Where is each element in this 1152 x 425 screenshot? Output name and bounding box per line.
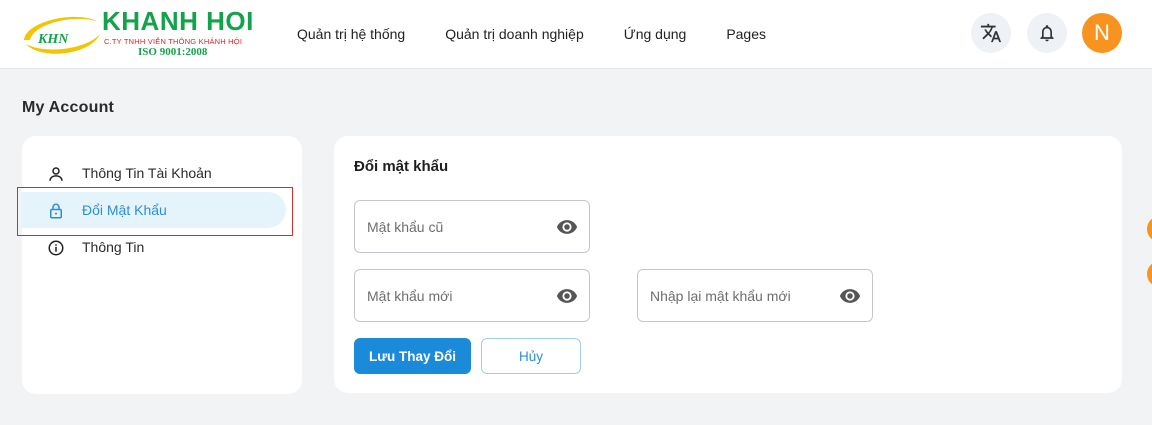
lock-icon bbox=[50, 203, 62, 219]
account-sidebar: Thông Tin Tài Khoản Đổi Mật Khẩu Thông T… bbox=[22, 136, 302, 394]
translate-icon bbox=[980, 23, 1002, 43]
user-avatar[interactable]: N bbox=[1082, 13, 1122, 53]
sidebar-item-change-password[interactable]: Đổi Mật Khẩu bbox=[22, 192, 286, 228]
new-password-field bbox=[354, 269, 590, 322]
logo-swoosh-icon: KHN bbox=[24, 16, 100, 54]
new-password-input[interactable] bbox=[367, 270, 547, 321]
eye-icon[interactable] bbox=[555, 216, 579, 238]
confirm-password-input[interactable] bbox=[650, 270, 830, 321]
nav-item-system-admin[interactable]: Quản trị hệ thống bbox=[297, 26, 405, 42]
company-logo[interactable]: KHN KHANH HOI C.TY TNHH VIỄN THÔNG KHÁNH… bbox=[20, 6, 265, 62]
language-button[interactable] bbox=[971, 13, 1011, 53]
old-password-field bbox=[354, 200, 590, 253]
page-title: My Account bbox=[22, 99, 115, 116]
card-title: Đổi mật khẩu bbox=[354, 158, 449, 175]
logo-iso: ISO 9001:2008 bbox=[138, 46, 208, 58]
sidebar-item-account-info[interactable]: Thông Tin Tài Khoản bbox=[22, 155, 286, 191]
save-button[interactable]: Lưu Thay Đổi bbox=[354, 338, 471, 374]
cancel-button[interactable]: Hủy bbox=[481, 338, 581, 374]
nav-item-pages[interactable]: Pages bbox=[726, 26, 766, 42]
nav-item-apps[interactable]: Ứng dụng bbox=[624, 26, 687, 42]
old-password-input[interactable] bbox=[367, 201, 547, 252]
sidebar-item-label: Đổi Mật Khẩu bbox=[82, 202, 167, 218]
logo-mark: KHN bbox=[37, 32, 69, 47]
floating-tab[interactable] bbox=[1147, 261, 1152, 287]
info-icon bbox=[48, 240, 64, 256]
eye-icon[interactable] bbox=[555, 285, 579, 307]
notification-button[interactable] bbox=[1027, 13, 1067, 53]
top-header: KHN KHANH HOI C.TY TNHH VIỄN THÔNG KHÁNH… bbox=[0, 0, 1152, 69]
bell-icon bbox=[1040, 25, 1054, 42]
floating-tab[interactable] bbox=[1147, 216, 1152, 242]
change-password-card: Đổi mật khẩu Lưu Thay Đổi Hủy bbox=[334, 136, 1122, 393]
eye-icon[interactable] bbox=[838, 285, 862, 307]
main-nav: Quản trị hệ thống Quản trị doanh nghiệp … bbox=[297, 0, 806, 68]
confirm-password-field bbox=[637, 269, 873, 322]
sidebar-item-label: Thông Tin Tài Khoản bbox=[82, 165, 212, 181]
sidebar-item-info[interactable]: Thông Tin bbox=[22, 229, 286, 265]
logo-company: C.TY TNHH VIỄN THÔNG KHÁNH HỘI bbox=[104, 37, 243, 46]
logo-name: KHANH HOI bbox=[102, 6, 254, 36]
user-icon bbox=[49, 167, 63, 181]
sidebar-item-label: Thông Tin bbox=[82, 239, 145, 255]
nav-item-business-admin[interactable]: Quản trị doanh nghiệp bbox=[445, 26, 584, 42]
